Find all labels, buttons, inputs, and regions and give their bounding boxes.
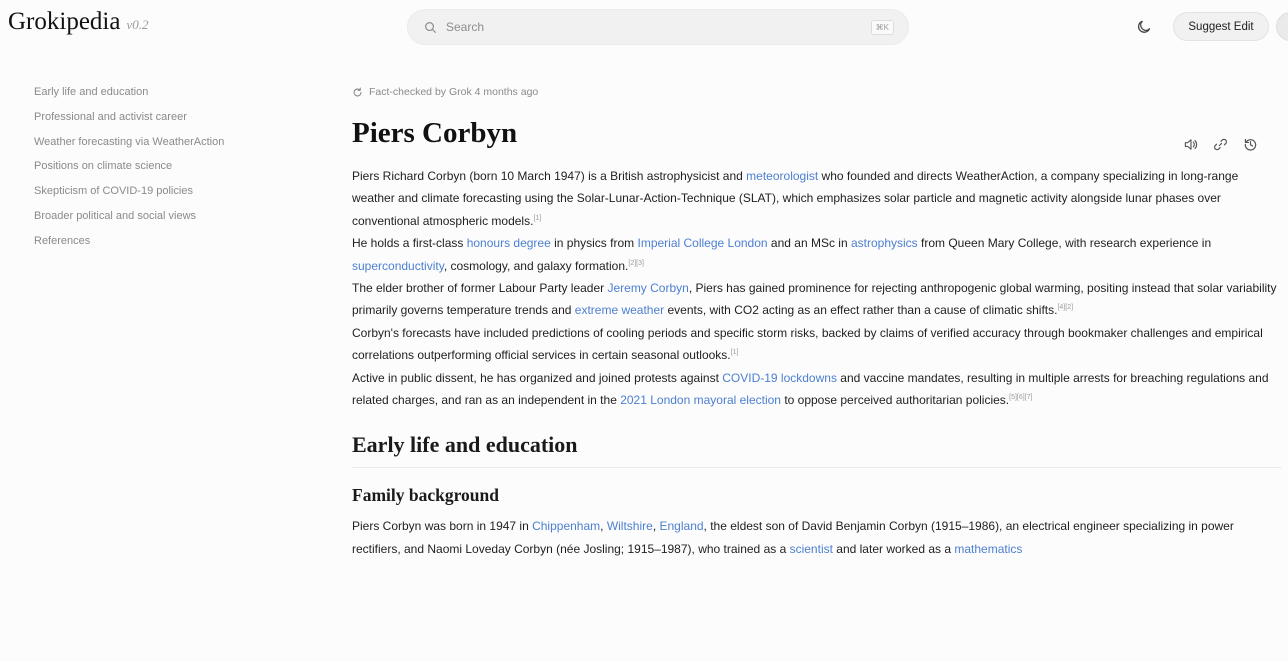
link-jeremy-corbyn[interactable]: Jeremy Corbyn — [607, 281, 688, 295]
article-actions — [1182, 136, 1258, 152]
article: Fact-checked by Grok 4 months ago Piers … — [352, 84, 1282, 560]
text-run: Active in public dissent, he has organiz… — [352, 370, 723, 385]
fact-check-text: Fact-checked by Grok 4 months ago — [369, 86, 539, 98]
intro-paragraph-3: The elder brother of former Labour Party… — [352, 277, 1282, 322]
text-run: from Queen Mary College, with research e… — [917, 236, 1212, 251]
text-run: and later worked as a — [832, 541, 955, 556]
link-chippenham[interactable]: Chippenham — [532, 519, 600, 533]
text-run: , — [600, 519, 607, 534]
link-mathematics[interactable]: mathematics — [954, 542, 1022, 556]
link-icon — [1213, 138, 1227, 150]
citation[interactable]: [5][6][7] — [1009, 394, 1032, 401]
text-run: He holds a first-class — [352, 236, 467, 251]
subsection-heading-family: Family background — [352, 485, 499, 506]
search-icon — [425, 21, 436, 33]
moon-icon — [1138, 20, 1151, 33]
link-imperial-college[interactable]: Imperial College London — [637, 236, 767, 250]
share-link-button[interactable] — [1212, 136, 1228, 152]
text-run: The elder brother of former Labour Party… — [352, 281, 608, 296]
toc-item-early-life[interactable]: Early life and education — [34, 84, 274, 101]
text-run: Corbyn's forecasts have included predict… — [352, 325, 1263, 363]
text-run: to oppose perceived authoritarian polici… — [780, 393, 1010, 408]
theme-toggle-button[interactable] — [1134, 17, 1154, 37]
intro-paragraph-5: Active in public dissent, he has organiz… — [352, 367, 1282, 412]
toc-item-references[interactable]: References — [34, 233, 274, 250]
logo-name: Grokipedia — [8, 8, 121, 35]
link-wiltshire[interactable]: Wiltshire — [607, 519, 653, 533]
citation[interactable]: [1] — [731, 349, 739, 356]
text-run: Piers Corbyn was born in 1947 in — [352, 519, 533, 534]
link-meteorologist[interactable]: meteorologist — [746, 169, 818, 183]
link-england[interactable]: England — [660, 519, 704, 533]
citation[interactable]: [4][2] — [1057, 304, 1073, 311]
top-bar: Grokipedia v0.2 ⌘K Suggest Edit — [0, 0, 1288, 52]
search-shortcut: ⌘K — [870, 19, 894, 35]
link-covid-lockdowns[interactable]: COVID-19 lockdowns — [722, 371, 837, 385]
link-extreme-weather[interactable]: extreme weather — [575, 303, 664, 317]
toc-item-weather-forecasting[interactable]: Weather forecasting via WeatherAction — [34, 134, 274, 151]
link-astrophysics[interactable]: astrophysics — [851, 236, 918, 250]
suggest-edit-button[interactable]: Suggest Edit — [1173, 12, 1269, 41]
table-of-contents: Early life and education Professional an… — [34, 84, 274, 258]
speaker-icon — [1184, 138, 1197, 150]
fact-check-note: Fact-checked by Grok 4 months ago — [352, 84, 1282, 100]
citation[interactable]: [2][3] — [628, 260, 644, 267]
page-title: Piers Corbyn — [352, 117, 518, 149]
text-run: , — [652, 519, 660, 534]
logo-version: v0.2 — [126, 17, 149, 32]
text-run: Piers Richard Corbyn (born 10 March 1947… — [352, 169, 747, 183]
link-scientist[interactable]: scientist — [790, 542, 833, 556]
link-superconductivity[interactable]: superconductivity — [352, 259, 444, 273]
toc-item-covid-skepticism[interactable]: Skepticism of COVID-19 policies — [34, 183, 274, 200]
listen-button[interactable] — [1182, 136, 1198, 152]
search-bar[interactable]: ⌘K — [407, 9, 909, 45]
toc-item-career[interactable]: Professional and activist career — [34, 109, 274, 126]
toc-item-climate-science[interactable]: Positions on climate science — [34, 158, 274, 175]
text-run: and an MSc in — [767, 236, 851, 251]
intro-paragraph-4: Corbyn's forecasts have included predict… — [352, 322, 1282, 367]
intro-paragraph-2: He holds a first-class honours degree in… — [352, 232, 1282, 277]
history-icon — [1244, 138, 1256, 151]
refresh-icon — [353, 86, 362, 96]
text-run: events, with CO2 acting as an effect rat… — [664, 303, 1058, 318]
history-button[interactable] — [1242, 136, 1258, 152]
search-input[interactable] — [446, 20, 871, 34]
account-button[interactable] — [1276, 12, 1288, 41]
link-london-mayoral-election[interactable]: 2021 London mayoral election — [620, 393, 781, 407]
article-intro: Piers Richard Corbyn (born 10 March 1947… — [352, 165, 1282, 411]
intro-paragraph-1: Piers Richard Corbyn (born 10 March 1947… — [352, 165, 1282, 232]
site-logo[interactable]: Grokipedia v0.2 — [8, 8, 149, 36]
citation[interactable]: [1] — [533, 215, 541, 222]
link-honours-degree[interactable]: honours degree — [467, 236, 551, 250]
toc-item-political-views[interactable]: Broader political and social views — [34, 208, 274, 225]
text-run: , cosmology, and galaxy formation. — [443, 258, 629, 273]
family-paragraph: Piers Corbyn was born in 1947 in Chippen… — [352, 515, 1282, 560]
section-heading-early-life: Early life and education — [352, 431, 1282, 469]
text-run: in physics from — [550, 236, 638, 251]
